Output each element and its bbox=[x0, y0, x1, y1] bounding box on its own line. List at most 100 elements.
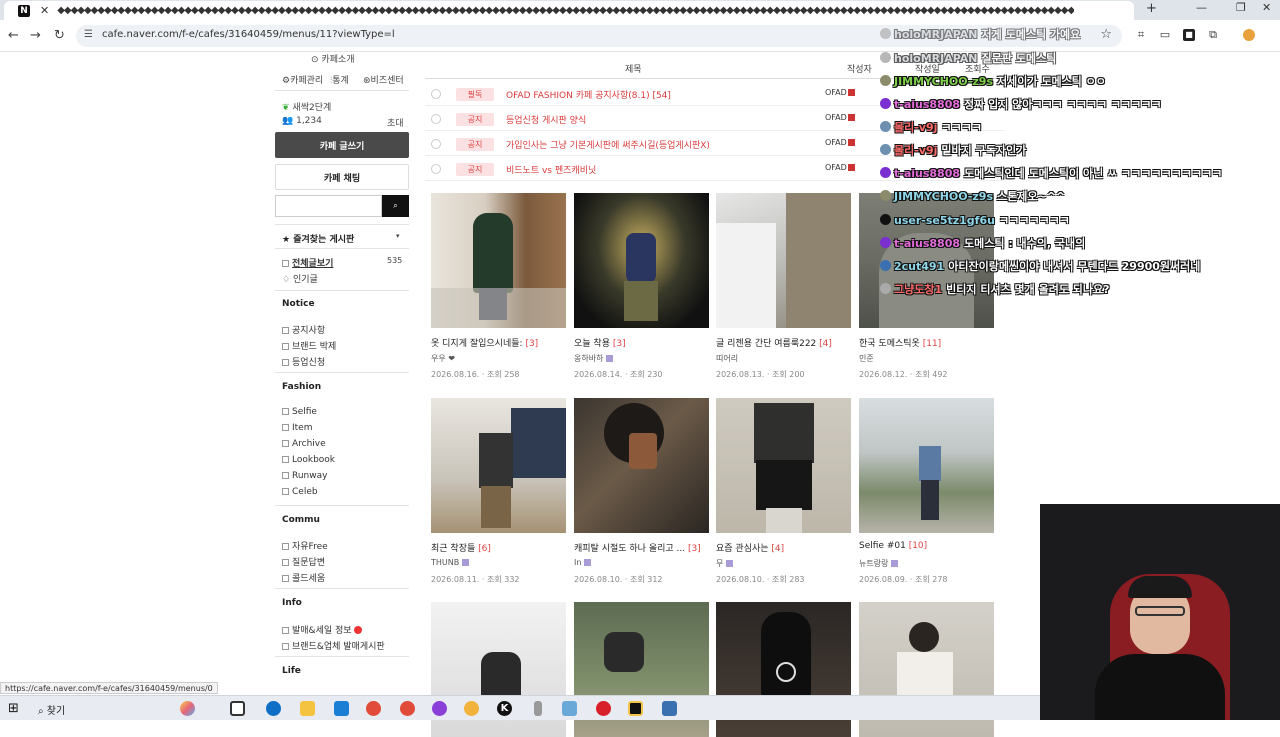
post-meta: 2026.08.13. · 조회 200 bbox=[716, 370, 805, 379]
post-author[interactable]: 무 bbox=[716, 558, 734, 569]
post-thumbnail[interactable] bbox=[431, 193, 566, 328]
invite-link[interactable]: 초대 bbox=[387, 116, 404, 129]
divider bbox=[275, 290, 409, 291]
post-author[interactable]: 띠어리 bbox=[716, 353, 738, 364]
sidebar-item-lookbook[interactable]: Lookbook bbox=[282, 455, 335, 465]
chrome-profile-2-icon[interactable] bbox=[432, 701, 447, 716]
post-title[interactable]: 최근 착장들 [6] bbox=[431, 541, 571, 554]
screenshot-icon[interactable]: ⌗ bbox=[1135, 29, 1147, 41]
post-title[interactable]: 오늘 착용 [3] bbox=[574, 336, 714, 349]
post-thumbnail[interactable] bbox=[574, 193, 709, 328]
copilot-icon[interactable] bbox=[180, 701, 195, 716]
profile-avatar-icon[interactable] bbox=[1243, 29, 1255, 41]
back-icon[interactable]: ← bbox=[8, 28, 19, 43]
member-level-icon bbox=[584, 559, 592, 566]
task-view-icon[interactable] bbox=[230, 701, 245, 716]
sidebar-item-free[interactable]: 자유Free bbox=[282, 539, 328, 552]
tab-close-icon[interactable]: ✕ bbox=[40, 4, 49, 17]
post-title[interactable]: 요즘 관심사는 [4] bbox=[716, 541, 856, 554]
sidebar-item-item[interactable]: Item bbox=[282, 423, 313, 433]
sidebar-item-levelup[interactable]: 등업신청 bbox=[282, 355, 325, 368]
favorites-header[interactable]: ★ 즐겨찾는 게시판 bbox=[282, 232, 354, 245]
k-app-icon[interactable]: K bbox=[497, 701, 512, 716]
post-author[interactable]: THUNB bbox=[431, 558, 470, 567]
post-author[interactable]: 민준 bbox=[859, 353, 874, 364]
sidebar-item-release[interactable]: 발매&세일 정보 bbox=[282, 623, 363, 636]
stats-link[interactable]: ⫶통계 bbox=[330, 73, 349, 86]
sidebar-item-popular[interactable]: ♢ 인기글 bbox=[282, 272, 318, 285]
post-thumbnail[interactable] bbox=[716, 398, 851, 533]
cafe-manage-link[interactable]: ⚙카페관리 bbox=[282, 73, 323, 86]
cafe-intro-link[interactable]: ⊙ 카페소개 bbox=[311, 52, 355, 65]
bookmark-star-icon[interactable]: ☆ bbox=[1100, 27, 1112, 42]
browser-tab-active[interactable]: N ✕ ◆◆◆◆◆◆◆◆◆◆◆◆◆◆◆◆◆◆◆◆◆◆◆◆◆◆◆◆◆◆◆◆◆◆◆◆… bbox=[4, 1, 1134, 20]
window-close-icon[interactable]: ✕ bbox=[1262, 1, 1271, 14]
notice-title[interactable]: 비드노트 vs 펜즈캐비닛 bbox=[506, 163, 596, 176]
chrome-profile-icon[interactable] bbox=[400, 701, 415, 716]
site-info-icon[interactable]: ☰ bbox=[84, 29, 93, 40]
row-select-radio[interactable] bbox=[431, 164, 441, 174]
chrome-icon[interactable] bbox=[366, 701, 381, 716]
post-thumbnail[interactable] bbox=[574, 398, 709, 533]
row-select-radio[interactable] bbox=[431, 114, 441, 124]
sidebar-item-all-posts[interactable]: 전체글보기 bbox=[282, 256, 333, 269]
notice-author[interactable]: OFAD bbox=[825, 113, 855, 122]
app-icon[interactable] bbox=[562, 701, 577, 716]
post-title[interactable]: Selfie #01 [10] bbox=[859, 541, 999, 551]
post-title[interactable]: 한국 도메스틱옷 [11] bbox=[859, 336, 999, 349]
sidebar-item-runway[interactable]: Runway bbox=[282, 471, 327, 481]
post-thumbnail[interactable] bbox=[431, 398, 566, 533]
post-title[interactable]: 옷 디지게 잘입으시네들: [3] bbox=[431, 336, 571, 349]
cast-icon[interactable]: ▭ bbox=[1159, 29, 1171, 41]
microphone-icon[interactable] bbox=[534, 701, 542, 716]
chevron-down-icon[interactable]: ▾ bbox=[396, 232, 400, 240]
post-thumbnail[interactable] bbox=[859, 398, 994, 533]
sidebar-item-brand-release[interactable]: 브랜드&업체 발매게시판 bbox=[282, 639, 385, 652]
post-title[interactable]: 캐피탈 시절도 하나 올리고 ... [3] bbox=[574, 541, 714, 554]
sidebar-item-cold[interactable]: 콜드세움 bbox=[282, 571, 325, 584]
vscode-icon[interactable] bbox=[334, 701, 349, 716]
windows-start-icon[interactable]: ⊞ bbox=[8, 701, 23, 716]
reload-icon[interactable]: ↻ bbox=[54, 28, 65, 43]
post-thumbnail[interactable] bbox=[716, 193, 851, 328]
chat-avatar-icon bbox=[880, 121, 891, 132]
chrome-profile-3-icon[interactable] bbox=[464, 701, 479, 716]
extensions-puzzle-icon[interactable]: ⧉ bbox=[1207, 29, 1219, 41]
notice-title[interactable]: OFAD FASHION 카페 공지사항(8.1) [54] bbox=[506, 88, 671, 101]
minimize-icon[interactable]: — bbox=[1196, 1, 1207, 14]
app-red-icon[interactable] bbox=[596, 701, 611, 716]
notice-title[interactable]: 가입인사는 그냥 기본게시판에 써주시길(등업게시판X) bbox=[506, 138, 710, 151]
file-explorer-icon[interactable] bbox=[300, 701, 315, 716]
cafe-write-button[interactable]: 카페 글쓰기 bbox=[275, 132, 409, 158]
post-author[interactable]: In bbox=[574, 558, 592, 567]
sidebar-item-selfie[interactable]: Selfie bbox=[282, 407, 317, 417]
post-author[interactable]: 뉴트랑랑 bbox=[859, 558, 899, 569]
post-title[interactable]: 글 리젠용 간단 여름룩222 [4] bbox=[716, 336, 856, 349]
row-select-radio[interactable] bbox=[431, 89, 441, 99]
obs-icon[interactable] bbox=[628, 701, 643, 716]
extension-icon[interactable]: ■ bbox=[1183, 29, 1195, 41]
new-tab-icon[interactable]: + bbox=[1146, 1, 1157, 16]
app-blue-icon[interactable] bbox=[662, 701, 677, 716]
post-author[interactable]: 옹하바하 bbox=[574, 353, 614, 364]
cafe-chat-button[interactable]: 카페 채팅 bbox=[275, 164, 409, 190]
sidebar-item-brand[interactable]: 브랜드 박제 bbox=[282, 339, 336, 352]
sidebar-item-notice[interactable]: 공지사항 bbox=[282, 323, 325, 336]
forward-icon[interactable]: → bbox=[30, 28, 41, 43]
sidebar-item-qna[interactable]: 질문답변 bbox=[282, 555, 325, 568]
sidebar-item-celeb[interactable]: Celeb bbox=[282, 487, 318, 497]
sidebar-item-archive[interactable]: Archive bbox=[282, 439, 326, 449]
cafe-search-input[interactable] bbox=[275, 195, 382, 217]
cafe-search-button[interactable]: ⌕ bbox=[382, 195, 409, 217]
member-count[interactable]: 👥 1,234 bbox=[282, 116, 322, 126]
edge-icon[interactable] bbox=[266, 701, 281, 716]
row-select-radio[interactable] bbox=[431, 139, 441, 149]
notice-title[interactable]: 등업신청 게시판 양식 bbox=[506, 113, 586, 126]
biz-center-link[interactable]: ⊛비즈센터 bbox=[363, 73, 404, 86]
taskbar-search[interactable]: ⌕ 찾기 bbox=[38, 702, 65, 717]
post-author[interactable]: 우우 ❤ bbox=[431, 353, 455, 364]
restore-icon[interactable]: ❐ bbox=[1236, 1, 1246, 14]
notice-author[interactable]: OFAD bbox=[825, 88, 855, 97]
notice-author[interactable]: OFAD bbox=[825, 138, 855, 147]
notice-author[interactable]: OFAD bbox=[825, 163, 855, 172]
